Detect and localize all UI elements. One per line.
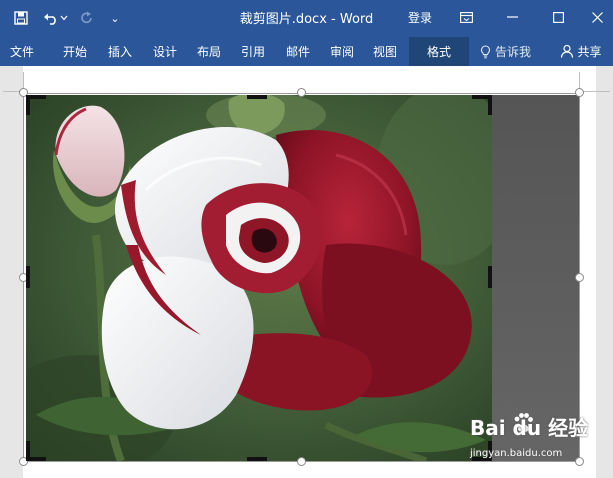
tab-mailings[interactable]: 邮件 xyxy=(286,43,310,60)
person-icon xyxy=(561,44,574,58)
tell-me-label: 告诉我 xyxy=(495,45,532,59)
crop-handle-right[interactable] xyxy=(488,266,492,288)
close-icon[interactable] xyxy=(582,6,612,28)
watermark-url: jingyan.baidu.com xyxy=(470,448,563,459)
save-icon[interactable] xyxy=(10,8,32,28)
tab-format[interactable]: 格式 xyxy=(409,37,469,66)
login-button[interactable]: 登录 xyxy=(408,9,432,26)
tab-design[interactable]: 设计 xyxy=(153,43,177,60)
resize-handle-bottom[interactable] xyxy=(297,457,306,466)
maximize-icon[interactable] xyxy=(543,6,573,28)
crop-handle-top[interactable] xyxy=(247,95,267,99)
cropped-out-region[interactable] xyxy=(492,95,579,461)
minimize-icon[interactable] xyxy=(497,6,527,28)
tab-layout[interactable]: 布局 xyxy=(197,43,221,60)
tab-home[interactable]: 开始 xyxy=(63,43,87,60)
margin-guide-horizontal-right xyxy=(580,91,610,92)
resize-handle-top[interactable] xyxy=(297,88,306,97)
title-bar: ⌄ 裁剪图片.docx - Word 登录 xyxy=(0,0,613,36)
rose-picture[interactable] xyxy=(26,95,492,461)
tab-review[interactable]: 审阅 xyxy=(330,43,354,60)
resize-handle-top-right[interactable] xyxy=(575,88,584,97)
tab-references[interactable]: 引用 xyxy=(241,43,265,60)
crop-handle-top-left-v[interactable] xyxy=(26,95,30,115)
tell-me-box[interactable]: 告诉我 xyxy=(480,43,531,60)
crop-handle-bottom-left-v[interactable] xyxy=(26,441,30,461)
redo-icon[interactable] xyxy=(76,8,98,28)
lightbulb-icon xyxy=(481,44,490,58)
tab-insert[interactable]: 插入 xyxy=(108,43,132,60)
ribbon-tab-bar: 文件 开始 插入 设计 布局 引用 邮件 审阅 视图 格式 告诉我 共享 xyxy=(0,36,613,66)
baidu-watermark: Bai du 经验 jingyan.baidu.com xyxy=(468,412,608,462)
crop-handle-top-right-v[interactable] xyxy=(488,95,492,115)
tab-file[interactable]: 文件 xyxy=(10,43,34,60)
share-button[interactable]: 共享 xyxy=(552,38,610,64)
resize-handle-right[interactable] xyxy=(575,273,584,282)
share-label: 共享 xyxy=(577,44,602,59)
watermark-main-text: Bai du 经验 xyxy=(470,416,589,440)
ribbon-display-icon[interactable] xyxy=(451,6,481,28)
undo-dropdown-icon[interactable] xyxy=(58,8,70,28)
crop-handle-left[interactable] xyxy=(26,266,30,288)
tab-view[interactable]: 视图 xyxy=(373,43,397,60)
customize-quick-access[interactable]: ⌄ xyxy=(104,8,126,28)
crop-handle-bottom[interactable] xyxy=(247,457,267,461)
